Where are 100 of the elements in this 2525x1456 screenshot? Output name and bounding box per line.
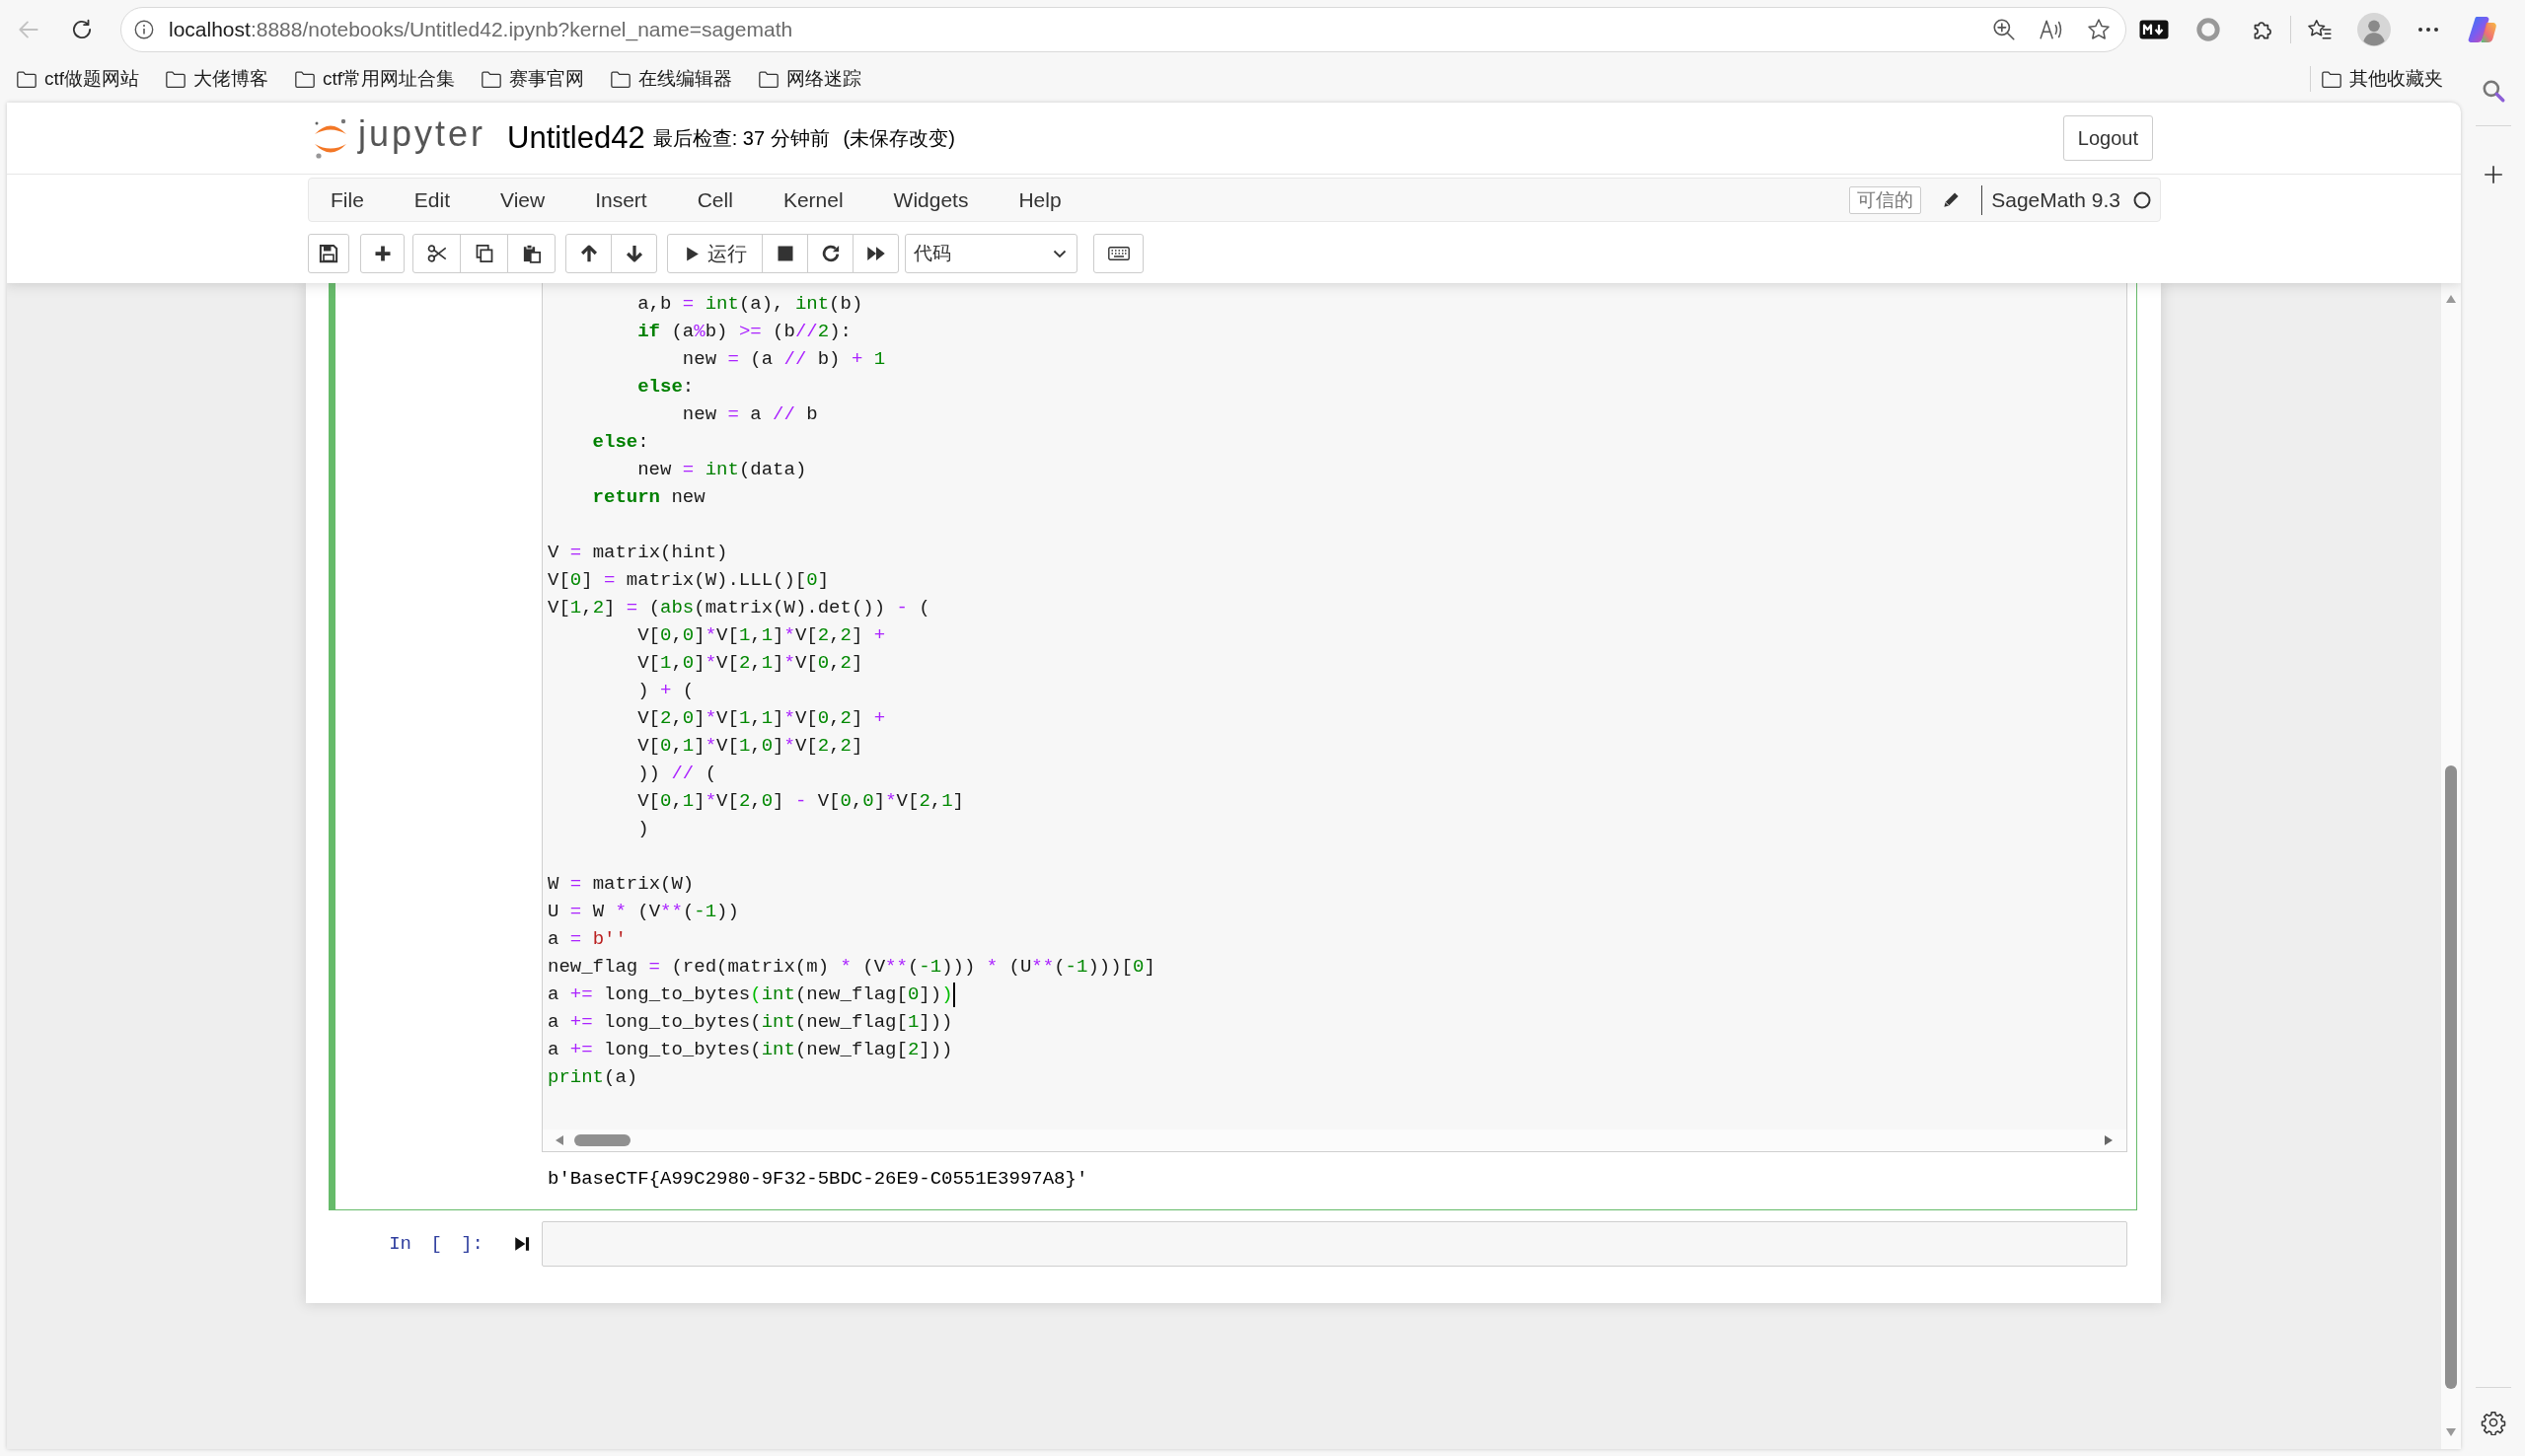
code-line: new = (a // b) + 1: [682, 347, 886, 372]
notebook-title[interactable]: Untitled42: [507, 120, 645, 156]
menu-item[interactable]: Help: [993, 187, 1087, 212]
address-bar[interactable]: localhost:8888/notebooks/Untitled42.ipynb?kernel_name=sagemath: [120, 6, 2126, 52]
chevron-down-icon: [1053, 249, 1067, 258]
vertical-scrollbar[interactable]: [2441, 283, 2461, 1449]
code-line: if (a%b) >= (b//2):: [637, 320, 852, 344]
triangle-down-icon[interactable]: [2445, 1427, 2457, 1437]
fast-forward-icon: [865, 244, 886, 263]
logout-button[interactable]: Logout: [2062, 115, 2153, 161]
zoom-in-icon[interactable]: [1991, 16, 2017, 42]
url-text[interactable]: localhost:8888/notebooks/Untitled42.ipynb?kernel_name=sagemath: [169, 17, 793, 41]
avatar-icon[interactable]: [2356, 12, 2391, 46]
horizontal-scrollbar[interactable]: [543, 1129, 2126, 1151]
code-line: W = matrix(W): [548, 872, 695, 897]
bookmark-item[interactable]: 赛事官网: [481, 66, 585, 92]
checkpoint-status: 最后检查: 37 分钟前: [652, 125, 830, 151]
keyboard-icon: [1107, 247, 1130, 260]
code-line: a += long_to_bytes(int(new_flag[1])): [548, 1010, 953, 1035]
more-icon[interactable]: [2416, 26, 2439, 33]
bookmark-item[interactable]: 在线编辑器: [610, 66, 733, 92]
markdown-icon[interactable]: [2138, 19, 2169, 39]
command-palette-button[interactable]: [1093, 234, 1144, 273]
bookmark-item[interactable]: ctf常用网址合集: [294, 66, 456, 92]
code-cell[interactable]: In [ ]:: [329, 1210, 2137, 1277]
autosave-status: (未保存改变): [843, 125, 955, 151]
insert-cell-button[interactable]: [360, 234, 405, 273]
arrow-up-icon: [578, 244, 599, 263]
menu-item[interactable]: Widgets: [868, 187, 994, 212]
scissors-icon: [426, 244, 447, 263]
move-down-button[interactable]: [611, 234, 657, 273]
menu-item[interactable]: View: [475, 187, 570, 212]
cut-button[interactable]: [412, 234, 461, 273]
info-icon[interactable]: [133, 18, 155, 40]
code-line: V[0] = matrix(W).LLL()[0]: [548, 568, 830, 593]
scrollbar-thumb[interactable]: [574, 1134, 631, 1146]
triangle-right-icon[interactable]: [2104, 1134, 2114, 1146]
move-up-button[interactable]: [565, 234, 612, 273]
code-line: new = int(data): [637, 458, 807, 482]
folder-icon: [294, 69, 317, 89]
code-line: new = a // b: [682, 402, 818, 427]
code-line: V[2,0]*V[1,1]*V[0,2] +: [637, 706, 886, 731]
bookmark-item[interactable]: ctf做题网站: [16, 66, 140, 92]
code-line: V[0,1]*V[1,0]*V[2,2]: [637, 734, 863, 759]
menu-item[interactable]: Kernel: [758, 187, 869, 212]
code-line: )) // (: [637, 762, 717, 786]
code-line: a = b'': [548, 927, 627, 952]
folder-icon: [481, 69, 503, 89]
code-input-field[interactable]: [542, 1221, 2127, 1267]
plus-icon[interactable]: [2482, 164, 2504, 185]
settings-icon[interactable]: [2480, 1410, 2506, 1435]
triangle-left-icon[interactable]: [555, 1134, 564, 1146]
code-line: a += long_to_bytes(int(new_flag[2])): [548, 1038, 953, 1062]
logo-text[interactable]: jupyter: [358, 113, 486, 155]
folder-icon: [758, 69, 780, 89]
input-prompt: In [ ]:: [389, 1233, 483, 1255]
code-line: V[1,0]*V[2,1]*V[0,2]: [637, 651, 863, 676]
trusted-indicator[interactable]: 可信的: [1849, 185, 1922, 214]
bookmark-item[interactable]: 网络迷踪: [758, 66, 862, 92]
code-line: return new: [592, 485, 706, 510]
paste-button[interactable]: [507, 234, 556, 273]
menu-item[interactable]: Insert: [569, 187, 673, 212]
code-line: else:: [637, 375, 695, 400]
folder-icon: [165, 69, 187, 89]
folder-icon: [2321, 69, 2342, 89]
cell-type-select[interactable]: 代码: [905, 234, 1077, 273]
ring-icon[interactable]: [2194, 16, 2221, 42]
copy-icon: [474, 244, 494, 263]
arrow-down-icon: [624, 244, 644, 263]
save-button[interactable]: [308, 234, 349, 273]
code-line: V[0,1]*V[2,0] - V[0,0]*V[2,1]: [637, 789, 964, 814]
scrollbar-thumb[interactable]: [2445, 765, 2457, 1389]
code-line: ): [637, 817, 649, 841]
bookmark-item[interactable]: 其他收藏夹: [2321, 66, 2443, 92]
step-forward-icon[interactable]: [513, 1235, 531, 1253]
clipboard-icon: [521, 244, 542, 263]
menu-item[interactable]: Edit: [389, 187, 476, 212]
folder-icon: [16, 69, 37, 89]
menu-item[interactable]: File: [309, 187, 390, 212]
code-line: V = matrix(hint): [548, 541, 728, 565]
ribbon-logo-icon[interactable]: [2467, 14, 2497, 44]
code-line: else:: [592, 430, 649, 455]
refresh-icon: [820, 244, 841, 263]
run-button[interactable]: 运行: [667, 234, 763, 273]
code-line: a,b = int(a), int(b): [637, 292, 863, 317]
restart-button[interactable]: [807, 234, 854, 273]
code-line: a += long_to_bytes(int(new_flag[0])): [548, 983, 953, 1007]
stop-button[interactable]: [762, 234, 808, 273]
code-line: print(a): [548, 1065, 638, 1090]
copy-button[interactable]: [460, 234, 508, 273]
save-icon: [319, 244, 338, 263]
run-all-button[interactable]: [853, 234, 899, 273]
kernel-name: SageMath 9.3: [1991, 187, 2120, 212]
code-line: V[1,2] = (abs(matrix(W).det()) - (: [548, 596, 930, 620]
code-line: ) + (: [637, 679, 695, 703]
output-text: b'BaseCTF{A99C2980-9F32-5BDC-26E9-C0551E3997A8}': [548, 1168, 1088, 1190]
star-icon[interactable]: [2086, 16, 2112, 42]
triangle-up-icon[interactable]: [2445, 294, 2457, 304]
menu-item[interactable]: Cell: [672, 187, 759, 212]
bookmark-item[interactable]: 大佬博客: [165, 66, 269, 92]
